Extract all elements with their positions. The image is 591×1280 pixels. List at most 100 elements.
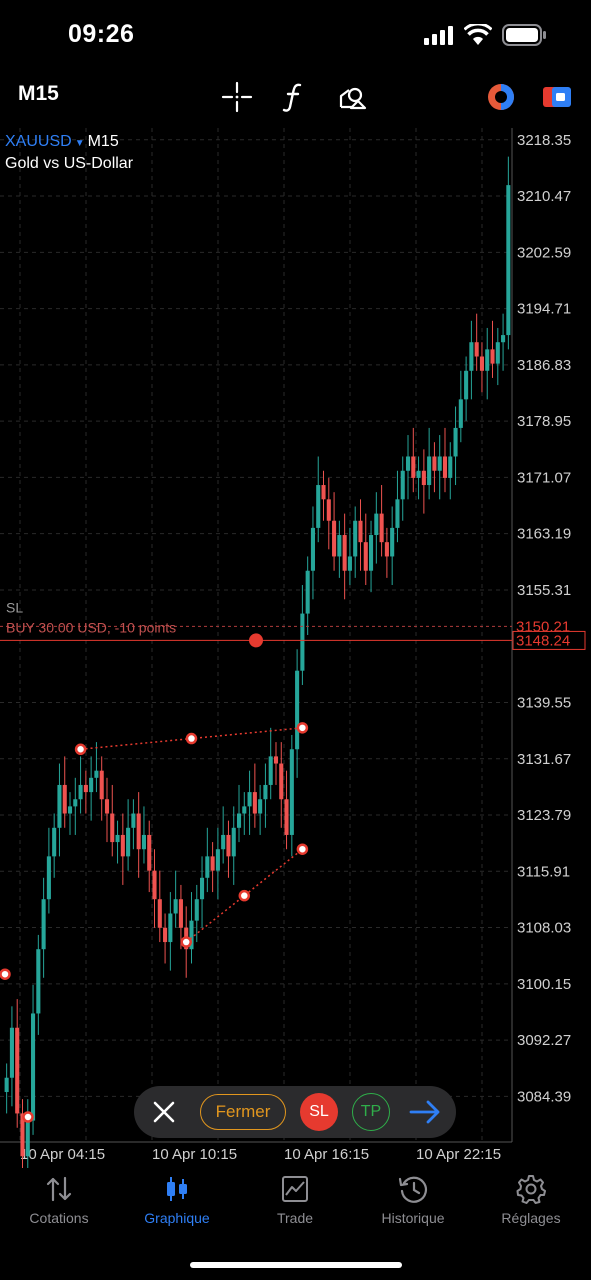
candle-body <box>369 535 374 571</box>
history-clock-icon <box>398 1176 428 1203</box>
candle-body <box>46 856 51 900</box>
close-icon[interactable] <box>150 1098 178 1126</box>
candle-body <box>479 356 484 371</box>
objects-icon[interactable] <box>336 80 370 114</box>
candle-body <box>458 399 463 428</box>
arrow-right-icon[interactable] <box>408 1098 442 1126</box>
candle-body <box>115 834 120 843</box>
chevron-down-icon[interactable]: ▼ <box>75 138 85 149</box>
tab-label: Historique <box>381 1210 445 1226</box>
trend-line-handle <box>296 722 309 734</box>
function-icon[interactable] <box>278 80 312 114</box>
trend-line-handle <box>22 1111 34 1123</box>
gear-icon <box>516 1175 546 1204</box>
candle-body <box>163 927 168 943</box>
fermer-button[interactable]: Fermer <box>200 1094 286 1130</box>
y-tick-label: 3092.27 <box>517 1032 571 1049</box>
candle-body <box>284 799 289 835</box>
symbol-info: XAUUSD ▼ M15 Gold vs US-Dollar <box>5 132 133 174</box>
trend-line-handle <box>0 968 11 980</box>
y-tick-label: 3131.67 <box>517 751 571 768</box>
order-overlay: Fermer SL TP <box>134 1086 456 1138</box>
candle-body <box>173 899 178 914</box>
candle-body <box>300 613 305 671</box>
sl-button[interactable]: SL <box>300 1093 338 1131</box>
trend-line-handle <box>185 732 198 745</box>
x-tick-label: 10 Apr 04:15 <box>20 1146 105 1163</box>
candle-body <box>52 827 57 857</box>
tp-button[interactable]: TP <box>352 1093 390 1131</box>
candle-body <box>316 485 321 528</box>
crosshair-icon[interactable] <box>220 80 254 114</box>
symbol-description: Gold vs US-Dollar <box>5 155 134 172</box>
candle-body <box>210 856 215 871</box>
candle-body <box>416 470 421 478</box>
candle-body <box>110 813 115 843</box>
candle-body <box>41 899 46 950</box>
candle-body <box>437 456 442 471</box>
y-tick-label: 3123.79 <box>517 807 571 824</box>
candle-body <box>62 784 67 814</box>
y-tick-label: 3171.07 <box>517 469 571 486</box>
tab-trade[interactable]: Trade <box>236 1174 354 1234</box>
one-click-trading-icon[interactable] <box>484 80 518 114</box>
candle-body <box>506 185 511 336</box>
tab-cotations[interactable]: Cotations <box>0 1174 118 1234</box>
y-tick-label: 3084.39 <box>517 1088 571 1105</box>
candle-body <box>120 834 125 857</box>
y-tick-label: 3155.31 <box>517 582 571 599</box>
candle-body <box>469 342 474 371</box>
tab-historique[interactable]: Historique <box>354 1174 472 1234</box>
chart-canvas[interactable]: 3218.35 3210.47 3202.59 3194.71 3186.83 3178.… <box>0 128 591 1185</box>
y-tick-label: 3210.47 <box>517 188 571 205</box>
candle-body <box>25 1120 30 1157</box>
account-icon[interactable] <box>540 80 574 114</box>
tab-label: Réglages <box>501 1210 561 1226</box>
candle-body <box>332 520 337 557</box>
candle-body <box>442 456 448 478</box>
candle-body <box>226 834 231 857</box>
x-tick-label: 10 Apr 22:15 <box>416 1146 501 1163</box>
candle-body <box>242 806 247 814</box>
candle-body <box>326 499 331 521</box>
symbol-name[interactable]: XAUUSD <box>5 133 72 150</box>
candle-body <box>305 570 310 614</box>
battery-icon <box>502 24 546 46</box>
candle-body <box>358 520 363 543</box>
candle-body <box>474 342 479 357</box>
candle-body <box>347 556 352 571</box>
tab-graphique[interactable]: Graphique <box>118 1174 236 1234</box>
candle-body <box>104 799 110 814</box>
symbol-timeframe: M15 <box>87 133 119 150</box>
candle-body <box>310 527 315 571</box>
candle-body <box>152 870 157 900</box>
candle-body <box>205 856 210 878</box>
home-indicator <box>190 1262 402 1268</box>
y-tick-label: 3178.95 <box>517 413 571 430</box>
candle-body <box>342 535 347 571</box>
signal-icon <box>424 26 453 45</box>
candle-body <box>236 813 242 828</box>
candle-body <box>273 756 279 764</box>
candle-body <box>94 770 99 778</box>
candle-body <box>178 899 183 928</box>
candle-body <box>194 899 199 921</box>
candle-body <box>221 834 226 850</box>
trend-line-handle <box>296 843 309 855</box>
candle-body <box>57 784 62 828</box>
timeframe-button[interactable]: M15 <box>18 82 59 106</box>
candle-body <box>141 834 146 850</box>
price-chart[interactable]: 3218.35 3210.47 3202.59 3194.71 3186.83 3178.… <box>0 128 591 1185</box>
candle-body <box>131 813 136 828</box>
y-tick-label: 3194.71 <box>517 301 571 318</box>
y-tick-label: 3202.59 <box>517 244 571 261</box>
order-drag-handle <box>249 633 263 648</box>
candle-body <box>231 827 236 857</box>
candle-body <box>405 456 411 471</box>
x-tick-label: 10 Apr 10:15 <box>152 1146 237 1163</box>
tab-reglages[interactable]: Réglages <box>472 1174 590 1234</box>
y-tick-label: 3163.19 <box>517 526 571 543</box>
candle-body <box>247 792 252 807</box>
candle-body <box>73 799 78 807</box>
trend-line-handle <box>74 743 87 756</box>
